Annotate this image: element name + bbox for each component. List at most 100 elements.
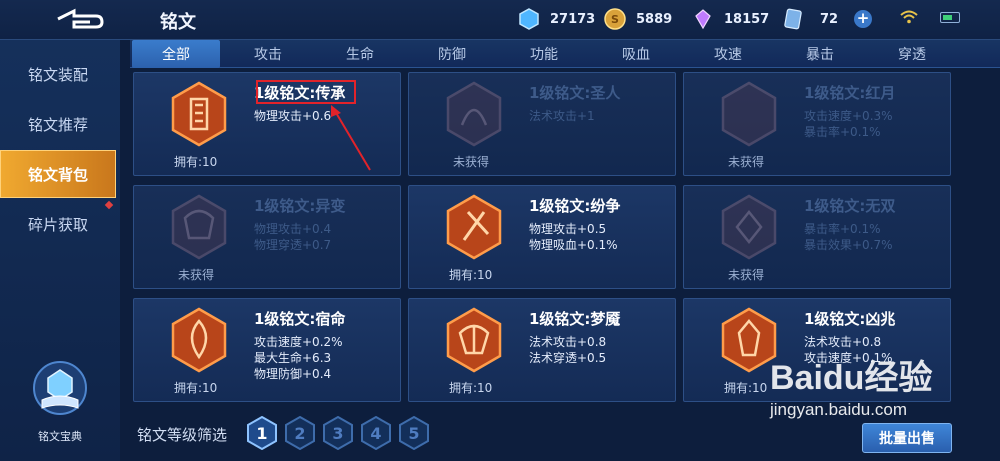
tab-defense[interactable]: 防御 bbox=[408, 40, 496, 68]
inscription-card[interactable]: 1级铭文:圣人 法术攻击+1 未获得 bbox=[408, 72, 676, 176]
inscription-emblem-icon bbox=[446, 194, 502, 260]
crystal-icon bbox=[695, 9, 711, 30]
watermark-logo: Baidu经验 bbox=[770, 359, 933, 397]
diamond-icon bbox=[519, 8, 539, 30]
inscription-emblem-icon bbox=[446, 81, 502, 147]
inscription-card[interactable]: 1级铭文:异变 物理攻击+0.4 物理穿透+0.7 未获得 bbox=[133, 185, 401, 289]
tab-health[interactable]: 生命 bbox=[316, 40, 404, 68]
inscription-emblem-icon bbox=[446, 307, 502, 373]
sidebar-item-fragments[interactable]: 碎片获取 bbox=[0, 200, 116, 248]
inscription-name: 1级铭文:凶兆 bbox=[804, 310, 896, 328]
inscription-emblem-icon bbox=[171, 194, 227, 260]
level-filter-1[interactable]: 1 bbox=[246, 416, 278, 450]
bulk-sell-button[interactable]: 批量出售 bbox=[862, 423, 952, 453]
card-icon bbox=[784, 8, 802, 30]
inscription-card[interactable]: 1级铭文:宿命 攻击速度+0.2% 最大生命+6.3 物理防御+0.4 拥有:1… bbox=[133, 298, 401, 402]
tab-crit[interactable]: 暴击 bbox=[776, 40, 864, 68]
top-bar: 铭文 27173 S 5889 18157 72 + bbox=[0, 0, 1000, 40]
codex-button[interactable]: 铭文宝典 bbox=[30, 356, 90, 446]
level-value: 1 bbox=[256, 423, 268, 443]
sidebar-item-label: 碎片获取 bbox=[27, 215, 88, 234]
owned-count: 拥有:10 bbox=[449, 381, 493, 395]
level-filter-5[interactable]: 5 bbox=[398, 416, 430, 450]
bulk-sell-label: 批量出售 bbox=[879, 431, 935, 447]
watermark-url: jingyan.baidu.com bbox=[770, 400, 908, 419]
inscription-name: 1级铭文:梦魇 bbox=[529, 310, 621, 328]
inscription-card[interactable]: 1级铭文:无双 暴击率+0.1% 暴击效果+0.7% 未获得 bbox=[683, 185, 951, 289]
inscription-stat: 法术穿透+0.5 bbox=[529, 351, 607, 365]
tab-lifesteal[interactable]: 吸血 bbox=[592, 40, 680, 68]
sidebar-item-label: 铭文推荐 bbox=[27, 115, 88, 134]
sidebar-item-recommend[interactable]: 铭文推荐 bbox=[0, 100, 116, 148]
card-value: 72 bbox=[820, 11, 839, 27]
owned-count: 拥有:10 bbox=[449, 268, 493, 282]
inscription-stat: 物理攻击+0.4 bbox=[254, 222, 332, 236]
sidebar-item-label: 铭文背包 bbox=[27, 165, 88, 184]
owned-count: 未获得 bbox=[728, 268, 765, 282]
add-card-button[interactable]: + bbox=[854, 10, 873, 28]
level-value: 2 bbox=[294, 423, 306, 443]
inscription-name: 1级铭文:宿命 bbox=[254, 310, 346, 328]
back-button[interactable] bbox=[40, 4, 120, 34]
inscription-stat: 暴击率+0.1% bbox=[804, 125, 881, 139]
inscription-stat: 攻击速度+0.3% bbox=[804, 109, 893, 123]
owned-count: 拥有:10 bbox=[174, 155, 218, 169]
tab-penetration[interactable]: 穿透 bbox=[868, 40, 956, 68]
level-filter-2[interactable]: 2 bbox=[284, 416, 316, 450]
owned-count: 未获得 bbox=[453, 155, 490, 169]
gold-coin-icon: S bbox=[604, 8, 626, 30]
sidebar: 铭文装配 铭文推荐 铭文背包 碎片获取 铭文宝典 bbox=[0, 40, 120, 461]
inscription-card[interactable]: 1级铭文:红月 攻击速度+0.3% 暴击率+0.1% 未获得 bbox=[683, 72, 951, 176]
wifi-icon bbox=[900, 10, 918, 24]
sidebar-item-label: 铭文装配 bbox=[27, 65, 88, 84]
inscription-card[interactable]: 1级铭文:梦魇 法术攻击+0.8 法术穿透+0.5 拥有:10 bbox=[408, 298, 676, 402]
inscription-stat: 法术攻击+0.8 bbox=[529, 335, 607, 349]
annotation-highlight-box bbox=[256, 80, 356, 104]
level-value: 4 bbox=[370, 423, 382, 443]
inscription-emblem-icon bbox=[721, 194, 777, 260]
owned-count: 拥有:10 bbox=[724, 381, 768, 395]
back-arrow-icon bbox=[57, 8, 104, 29]
sidebar-item-bag[interactable]: 铭文背包 bbox=[0, 150, 116, 198]
inscription-stat: 暴击效果+0.7% bbox=[804, 238, 893, 252]
tab-attack-speed[interactable]: 攻速 bbox=[684, 40, 772, 68]
inscription-emblem-icon bbox=[721, 81, 777, 147]
inscription-emblem-icon bbox=[171, 307, 227, 373]
diamond-counter: 27173 bbox=[518, 8, 595, 30]
inscription-name: 1级铭文:圣人 bbox=[529, 84, 621, 102]
inscription-name: 1级铭文:异变 bbox=[254, 197, 346, 215]
inscription-stat: 攻击速度+0.2% bbox=[254, 335, 343, 349]
inscription-emblem-icon bbox=[171, 81, 227, 147]
book-icon bbox=[33, 361, 87, 415]
inscription-stat: 法术攻击+1 bbox=[529, 109, 595, 123]
level-value: 5 bbox=[408, 423, 420, 443]
inscription-stat: 物理防御+0.4 bbox=[254, 367, 332, 381]
inscription-name: 1级铭文:无双 bbox=[804, 197, 896, 215]
diamond-value: 27173 bbox=[550, 11, 596, 27]
level-value: 3 bbox=[332, 423, 344, 443]
inscription-stat: 物理攻击+0.6 bbox=[254, 109, 332, 123]
sidebar-item-equip[interactable]: 铭文装配 bbox=[0, 50, 116, 98]
tab-all[interactable]: 全部 bbox=[132, 40, 220, 68]
inscription-stat: 物理攻击+0.5 bbox=[529, 222, 607, 236]
category-tabs: 全部 攻击 生命 防御 功能 吸血 攻速 暴击 穿透 bbox=[130, 40, 1000, 68]
owned-count: 未获得 bbox=[178, 268, 215, 282]
annotation-arrow-icon bbox=[331, 105, 371, 171]
owned-count: 拥有:10 bbox=[174, 381, 218, 395]
inscription-card[interactable]: 1级铭文:纷争 物理攻击+0.5 物理吸血+0.1% 拥有:10 bbox=[408, 185, 676, 289]
inscription-name: 1级铭文:纷争 bbox=[529, 197, 621, 215]
tab-utility[interactable]: 功能 bbox=[500, 40, 588, 68]
inscription-stat: 暴击率+0.1% bbox=[804, 222, 881, 236]
inscription-stat: 物理穿透+0.7 bbox=[254, 238, 332, 252]
crystal-counter: 18157 bbox=[692, 8, 769, 30]
battery-icon bbox=[940, 12, 960, 23]
codex-label: 铭文宝典 bbox=[38, 430, 82, 443]
level-filter-label: 铭文等级筛选 bbox=[137, 426, 228, 444]
level-filter-3[interactable]: 3 bbox=[322, 416, 354, 450]
gold-counter: S 5889 bbox=[604, 8, 672, 30]
inscription-name: 1级铭文:红月 bbox=[804, 84, 896, 102]
crystal-value: 18157 bbox=[724, 11, 770, 27]
inscription-stat: 最大生命+6.3 bbox=[254, 351, 332, 365]
tab-attack[interactable]: 攻击 bbox=[224, 40, 312, 68]
level-filter-4[interactable]: 4 bbox=[360, 416, 392, 450]
